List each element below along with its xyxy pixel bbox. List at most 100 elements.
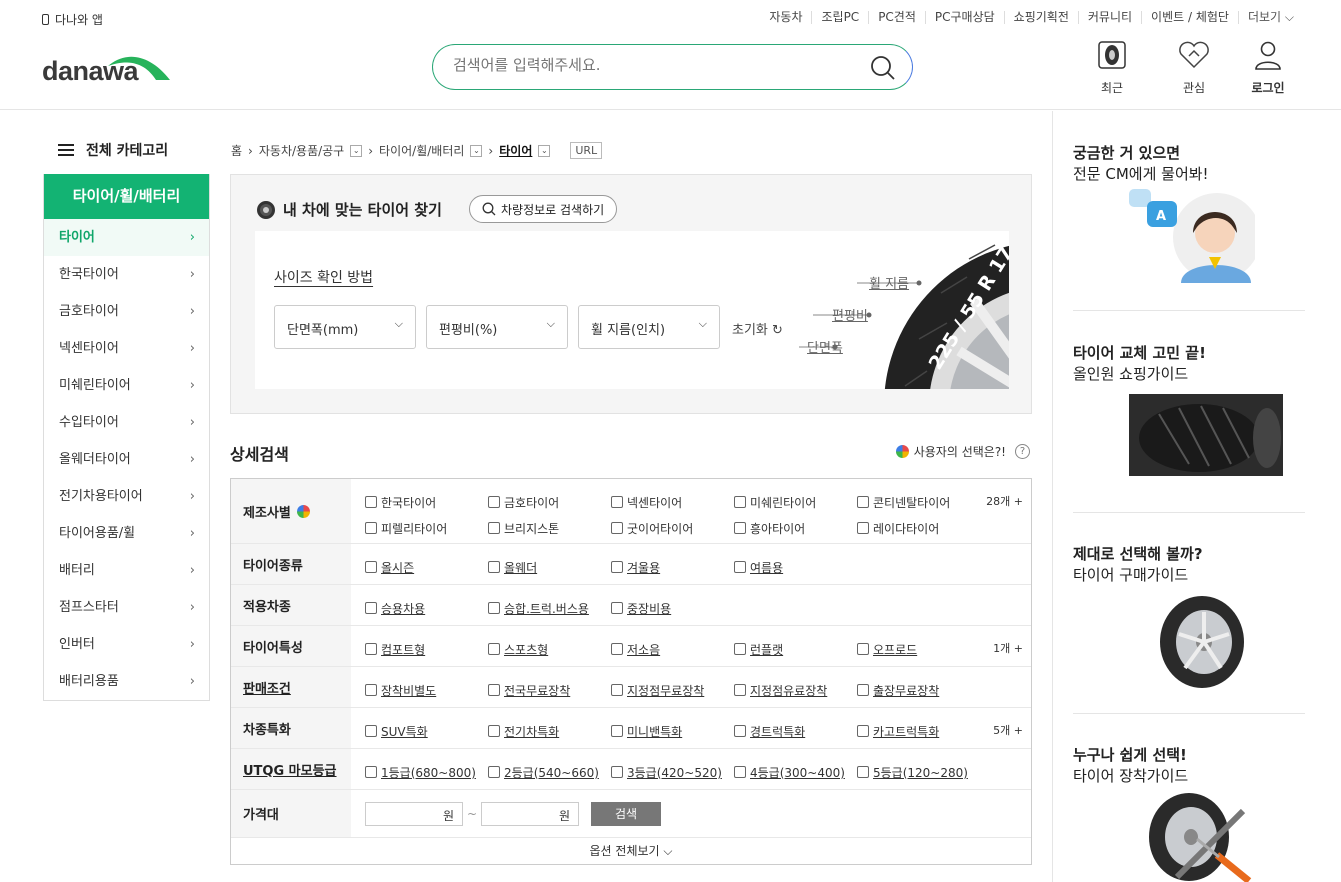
- filter-checkbox-option[interactable]: 지정점유료장착: [734, 677, 857, 703]
- checkbox[interactable]: [365, 522, 377, 534]
- sidebar-item[interactable]: 금호타이어 ›: [44, 293, 209, 330]
- more-options-button[interactable]: 28개 +: [986, 493, 1023, 509]
- top-menu-item[interactable]: 쇼핑기획전: [1003, 11, 1078, 24]
- checkbox[interactable]: [611, 766, 623, 778]
- top-menu-item[interactable]: 조립PC: [811, 11, 868, 24]
- price-max-input[interactable]: 원: [481, 802, 580, 826]
- login-button[interactable]: 로그인: [1243, 40, 1293, 96]
- filter-checkbox-option[interactable]: 3등급(420~520): [611, 759, 734, 785]
- checkbox[interactable]: [857, 522, 869, 534]
- checkbox[interactable]: [611, 725, 623, 737]
- sidebar-item[interactable]: 수입타이어 ›: [44, 404, 209, 441]
- sidebar-item[interactable]: 미쉐린타이어 ›: [44, 367, 209, 404]
- url-copy-button[interactable]: URL: [570, 142, 603, 159]
- breadcrumb-cat1[interactable]: 자동차/용품/공구: [259, 142, 344, 159]
- filter-checkbox-option[interactable]: 장착비별도: [365, 677, 488, 703]
- filter-checkbox-option[interactable]: 출장무료장착: [857, 677, 980, 703]
- sidebar-title[interactable]: 타이어/휠/배터리: [44, 174, 209, 219]
- filter-checkbox-option[interactable]: 올웨더: [488, 554, 611, 580]
- vehicle-info-search-button[interactable]: 차량정보로 검색하기: [469, 195, 618, 223]
- checkbox[interactable]: [734, 496, 746, 508]
- checkbox[interactable]: [365, 725, 377, 737]
- filter-checkbox-option[interactable]: 한국타이어: [365, 489, 488, 515]
- filter-checkbox-option[interactable]: 승합.트럭.버스용: [488, 595, 611, 621]
- promo-cm-consult[interactable]: 궁금한 거 있으면 전문 CM에게 물어봐! A: [1073, 143, 1305, 283]
- aspect-ratio-select[interactable]: 편평비(%) ⌵: [426, 305, 568, 349]
- sidebar-item[interactable]: 배터리 ›: [44, 552, 209, 589]
- promo-shopping-guide[interactable]: 타이어 교체 고민 끝! 올인원 쇼핑가이드: [1073, 343, 1305, 476]
- filter-checkbox-option[interactable]: 중장비용: [611, 595, 734, 621]
- filter-checkbox-option[interactable]: 전국무료장착: [488, 677, 611, 703]
- checkbox[interactable]: [734, 522, 746, 534]
- checkbox[interactable]: [488, 766, 500, 778]
- reset-button[interactable]: 초기화 ↻: [732, 319, 783, 338]
- size-help-link[interactable]: 사이즈 확인 방법: [274, 267, 373, 287]
- promo-install-guide[interactable]: 누구나 쉽게 선택! 타이어 장착가이드: [1073, 745, 1305, 882]
- filter-checkbox-option[interactable]: 카고트럭특화: [857, 718, 980, 744]
- filter-checkbox-option[interactable]: 겨울용: [611, 554, 734, 580]
- filter-checkbox-option[interactable]: 4등급(300~400): [734, 759, 857, 785]
- filter-checkbox-option[interactable]: 전기차특화: [488, 718, 611, 744]
- breadcrumb-current[interactable]: 타이어: [499, 142, 532, 159]
- user-choice-link[interactable]: 사용자의 선택은?! ?: [895, 443, 1030, 460]
- more-options-button[interactable]: 5개 +: [993, 722, 1023, 738]
- filter-checkbox-option[interactable]: 넥센타이어: [611, 489, 734, 515]
- checkbox[interactable]: [734, 561, 746, 573]
- search-input[interactable]: [453, 56, 853, 74]
- checkbox[interactable]: [365, 684, 377, 696]
- checkbox[interactable]: [857, 684, 869, 696]
- checkbox[interactable]: [488, 522, 500, 534]
- filter-checkbox-option[interactable]: 5등급(120~280): [857, 759, 980, 785]
- filter-checkbox-option[interactable]: 브리지스톤: [488, 515, 611, 541]
- promo-buying-guide[interactable]: 제대로 선택해 볼까? 타이어 구매가이드: [1073, 544, 1305, 688]
- filter-checkbox-option[interactable]: 스포츠형: [488, 636, 611, 662]
- sidebar-item[interactable]: 넥센타이어 ›: [44, 330, 209, 367]
- top-menu-item[interactable]: PC구매상담: [924, 11, 1004, 24]
- filter-checkbox-option[interactable]: 굿이어타이어: [611, 515, 734, 541]
- top-menu-item[interactable]: 커뮤니티: [1077, 11, 1141, 24]
- sidebar-item[interactable]: 배터리용품 ›: [44, 663, 209, 700]
- checkbox[interactable]: [857, 766, 869, 778]
- checkbox[interactable]: [488, 643, 500, 655]
- filter-checkbox-option[interactable]: 지정점무료장착: [611, 677, 734, 703]
- checkbox[interactable]: [488, 602, 500, 614]
- search-icon[interactable]: [870, 55, 896, 81]
- filter-checkbox-option[interactable]: 1등급(680~800): [365, 759, 488, 785]
- top-menu-more[interactable]: 더보기 ⌵: [1237, 11, 1303, 24]
- breadcrumb-home[interactable]: 홈: [231, 142, 242, 159]
- filter-checkbox-option[interactable]: 여름용: [734, 554, 857, 580]
- checkbox[interactable]: [365, 643, 377, 655]
- checkbox[interactable]: [611, 643, 623, 655]
- filter-checkbox-option[interactable]: 저소음: [611, 636, 734, 662]
- checkbox[interactable]: [488, 684, 500, 696]
- chevron-down-icon[interactable]: ⌄: [538, 144, 551, 157]
- sidebar-item[interactable]: 인버터 ›: [44, 626, 209, 663]
- checkbox[interactable]: [488, 561, 500, 573]
- price-search-button[interactable]: 검색: [591, 802, 662, 826]
- filter-checkbox-option[interactable]: 레이다타이어: [857, 515, 980, 541]
- checkbox[interactable]: [365, 766, 377, 778]
- checkbox[interactable]: [365, 561, 377, 573]
- filter-checkbox-option[interactable]: 미쉐린타이어: [734, 489, 857, 515]
- wheel-diameter-select[interactable]: 휠 지름(인치) ⌵: [578, 305, 720, 349]
- filter-checkbox-option[interactable]: 미니밴특화: [611, 718, 734, 744]
- sidebar-item[interactable]: 전기차용타이어 ›: [44, 478, 209, 515]
- checkbox[interactable]: [734, 684, 746, 696]
- help-icon[interactable]: ?: [1015, 444, 1030, 459]
- filter-checkbox-option[interactable]: SUV특화: [365, 718, 488, 744]
- checkbox[interactable]: [611, 684, 623, 696]
- price-min-input[interactable]: 원: [365, 802, 463, 826]
- app-download-link[interactable]: 다나와 앱: [42, 11, 103, 28]
- checkbox[interactable]: [611, 522, 623, 534]
- more-options-button[interactable]: 1개 +: [993, 640, 1023, 656]
- width-select[interactable]: 단면폭(mm) ⌵: [274, 305, 416, 349]
- chevron-down-icon[interactable]: ⌄: [470, 144, 483, 157]
- checkbox[interactable]: [857, 496, 869, 508]
- top-menu-item[interactable]: 이벤트 / 체험단: [1141, 11, 1238, 24]
- top-menu-item[interactable]: 자동차: [760, 11, 811, 24]
- checkbox[interactable]: [734, 643, 746, 655]
- sidebar-item[interactable]: 한국타이어 ›: [44, 256, 209, 293]
- breadcrumb-cat2[interactable]: 타이어/휠/배터리: [379, 142, 464, 159]
- show-all-options-button[interactable]: 옵션 전체보기 ⌵: [231, 838, 1031, 864]
- checkbox[interactable]: [488, 496, 500, 508]
